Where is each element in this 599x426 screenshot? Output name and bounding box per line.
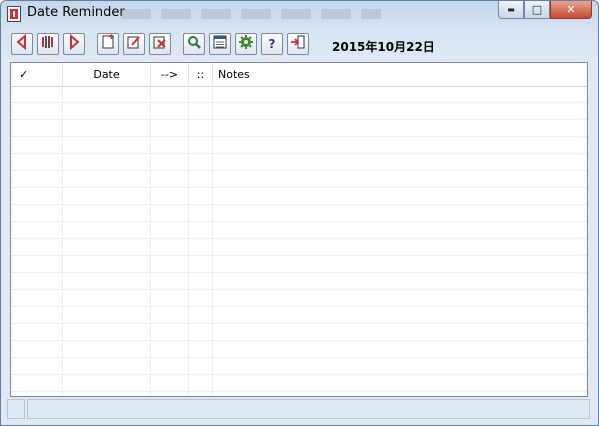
next-button[interactable]: [63, 33, 85, 55]
edit-reminder-button[interactable]: [123, 33, 145, 55]
table-header: ✓ Date --> :: Notes: [11, 63, 587, 87]
delete-document-icon: [152, 34, 168, 54]
close-icon: ✕: [566, 3, 576, 16]
exit-door-icon: [290, 34, 306, 54]
today-button[interactable]: [37, 33, 59, 55]
status-pane-left: [7, 399, 25, 419]
table-body[interactable]: [11, 86, 587, 396]
title-bar-reflection: [121, 9, 381, 19]
column-divider: [62, 86, 63, 396]
column-header-done[interactable]: ✓: [11, 63, 63, 86]
settings-button[interactable]: [235, 33, 257, 55]
search-button[interactable]: [183, 33, 205, 55]
triangle-left-icon: [14, 33, 30, 54]
magnifier-icon: [186, 34, 202, 54]
window-title: Date Reminder: [27, 5, 125, 20]
column-header-arrow-label: -->: [160, 68, 179, 81]
list-view-button[interactable]: [209, 33, 231, 55]
current-date-label: 2015年10月22日: [332, 40, 435, 54]
triangle-right-icon: [66, 33, 82, 54]
app-window: Date Reminder ▬ □ ✕ ? 2015年10月22日 ✓ Date…: [0, 0, 599, 426]
list-icon: [212, 34, 228, 54]
column-divider: [150, 86, 151, 396]
maximize-icon: □: [531, 3, 543, 16]
previous-button[interactable]: [11, 33, 33, 55]
window-controls: ▬ □ ✕: [498, 1, 592, 19]
column-header-date[interactable]: Date: [63, 63, 151, 86]
question-icon: ?: [268, 37, 276, 51]
exit-button[interactable]: [287, 33, 309, 55]
delete-reminder-button[interactable]: [149, 33, 171, 55]
status-bar: [7, 399, 592, 419]
status-pane-main: [27, 399, 590, 419]
app-icon: [7, 6, 21, 22]
help-button[interactable]: ?: [261, 33, 283, 55]
edit-document-icon: [126, 34, 142, 54]
column-header-arrow[interactable]: -->: [151, 63, 189, 86]
column-header-date-label: Date: [93, 68, 120, 81]
new-document-icon: [100, 34, 116, 54]
column-divider: [188, 86, 189, 396]
minimize-button[interactable]: ▬: [498, 1, 524, 19]
column-header-notes[interactable]: Notes: [213, 63, 587, 86]
reminder-table[interactable]: ✓ Date --> :: Notes: [10, 62, 588, 397]
maximize-button[interactable]: □: [524, 1, 550, 19]
column-header-separator[interactable]: ::: [189, 63, 213, 86]
title-bar[interactable]: Date Reminder ▬ □ ✕: [1, 1, 598, 27]
new-reminder-button[interactable]: [97, 33, 119, 55]
gear-icon: [238, 34, 254, 54]
calendar-bars-icon: [40, 34, 56, 54]
column-divider: [212, 86, 213, 396]
minimize-icon: ▬: [507, 5, 515, 14]
column-header-done-label: ✓: [19, 68, 29, 81]
column-header-notes-label: Notes: [218, 68, 250, 81]
column-header-separator-label: ::: [196, 68, 205, 81]
close-button[interactable]: ✕: [550, 1, 592, 19]
